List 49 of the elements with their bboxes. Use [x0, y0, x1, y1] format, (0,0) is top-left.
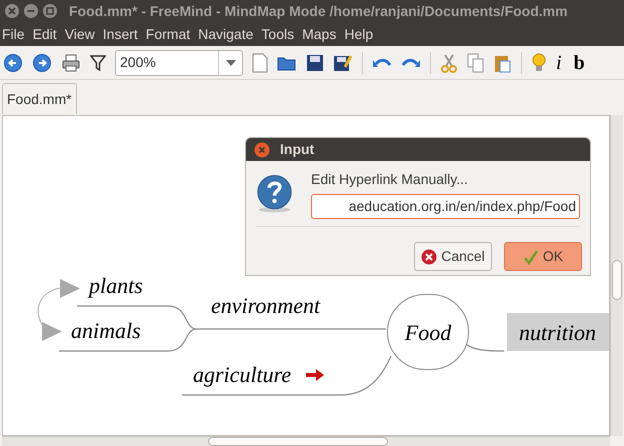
printer-icon[interactable]	[61, 52, 81, 72]
copy-icon[interactable]	[467, 52, 485, 72]
menu-item[interactable]: Help	[344, 24, 374, 44]
hyperlink-input-field[interactable]: aeducation.org.in/en/index.php/Food	[311, 194, 580, 219]
scissors-icon[interactable]	[440, 52, 458, 72]
mindmap-node[interactable]: agriculture	[193, 361, 292, 389]
zoom-dropdown[interactable]: 200%	[115, 50, 243, 76]
window-title: Food.mm* - FreeMind - MindMap Mode /home/ranjani/Documents/Food.mm	[69, 2, 568, 21]
dialog-title: Input	[280, 140, 314, 159]
file-tab[interactable]: Food.mm*	[2, 83, 77, 114]
format-button[interactable]: i	[556, 48, 562, 78]
horizontal-scrollbar[interactable]	[2, 436, 610, 446]
scrollbar-thumb[interactable]	[208, 437, 388, 446]
menu-item[interactable]: Edit	[32, 24, 57, 44]
mindmap-node[interactable]: animals	[71, 317, 141, 345]
menu-item[interactable]: View	[64, 24, 95, 44]
checkmark-icon	[522, 248, 539, 264]
mindmap-node[interactable]: Food	[387, 294, 469, 370]
scrollbar-thumb[interactable]	[612, 260, 622, 300]
menu-item[interactable]: Maps	[302, 24, 336, 44]
floppy-disk-pencil-icon[interactable]	[333, 52, 353, 72]
mindmap-node[interactable]: nutrition	[507, 313, 609, 351]
ok-button[interactable]: OK	[504, 242, 582, 271]
lightbulb-icon[interactable]	[531, 52, 547, 72]
vertical-scrollbar[interactable]	[610, 115, 623, 436]
caret-icon	[226, 60, 236, 66]
dialog-message: Edit Hyperlink Manually...	[311, 170, 469, 189]
menu-item[interactable]: Navigate	[198, 24, 254, 44]
maximize-icon[interactable]	[42, 3, 58, 19]
mindmap-node[interactable]: environment	[211, 292, 320, 320]
menu-item[interactable]: Tools	[261, 24, 294, 44]
forward-icon[interactable]	[32, 52, 52, 72]
link-arrow-icon[interactable]	[306, 369, 324, 381]
collapsed-triangle-icon[interactable]	[60, 279, 80, 298]
menu-item[interactable]: Format	[146, 24, 190, 44]
menu-item[interactable]: File	[2, 24, 25, 44]
cancel-icon	[421, 248, 438, 264]
mindmap-node[interactable]: plants	[89, 272, 143, 300]
format-button[interactable]: b	[574, 48, 585, 78]
close-icon[interactable]	[4, 3, 20, 19]
collapsed-triangle-icon[interactable]	[42, 322, 62, 341]
filter-icon[interactable]	[90, 54, 106, 72]
minimize-icon[interactable]	[23, 3, 39, 19]
close-icon[interactable]	[254, 142, 270, 158]
new-document-icon[interactable]	[252, 52, 268, 72]
cancel-button[interactable]: Cancel	[414, 242, 492, 271]
menu-item[interactable]: Insert	[102, 24, 138, 44]
zoom-value: 200%	[119, 53, 157, 72]
back-icon[interactable]	[3, 52, 23, 72]
